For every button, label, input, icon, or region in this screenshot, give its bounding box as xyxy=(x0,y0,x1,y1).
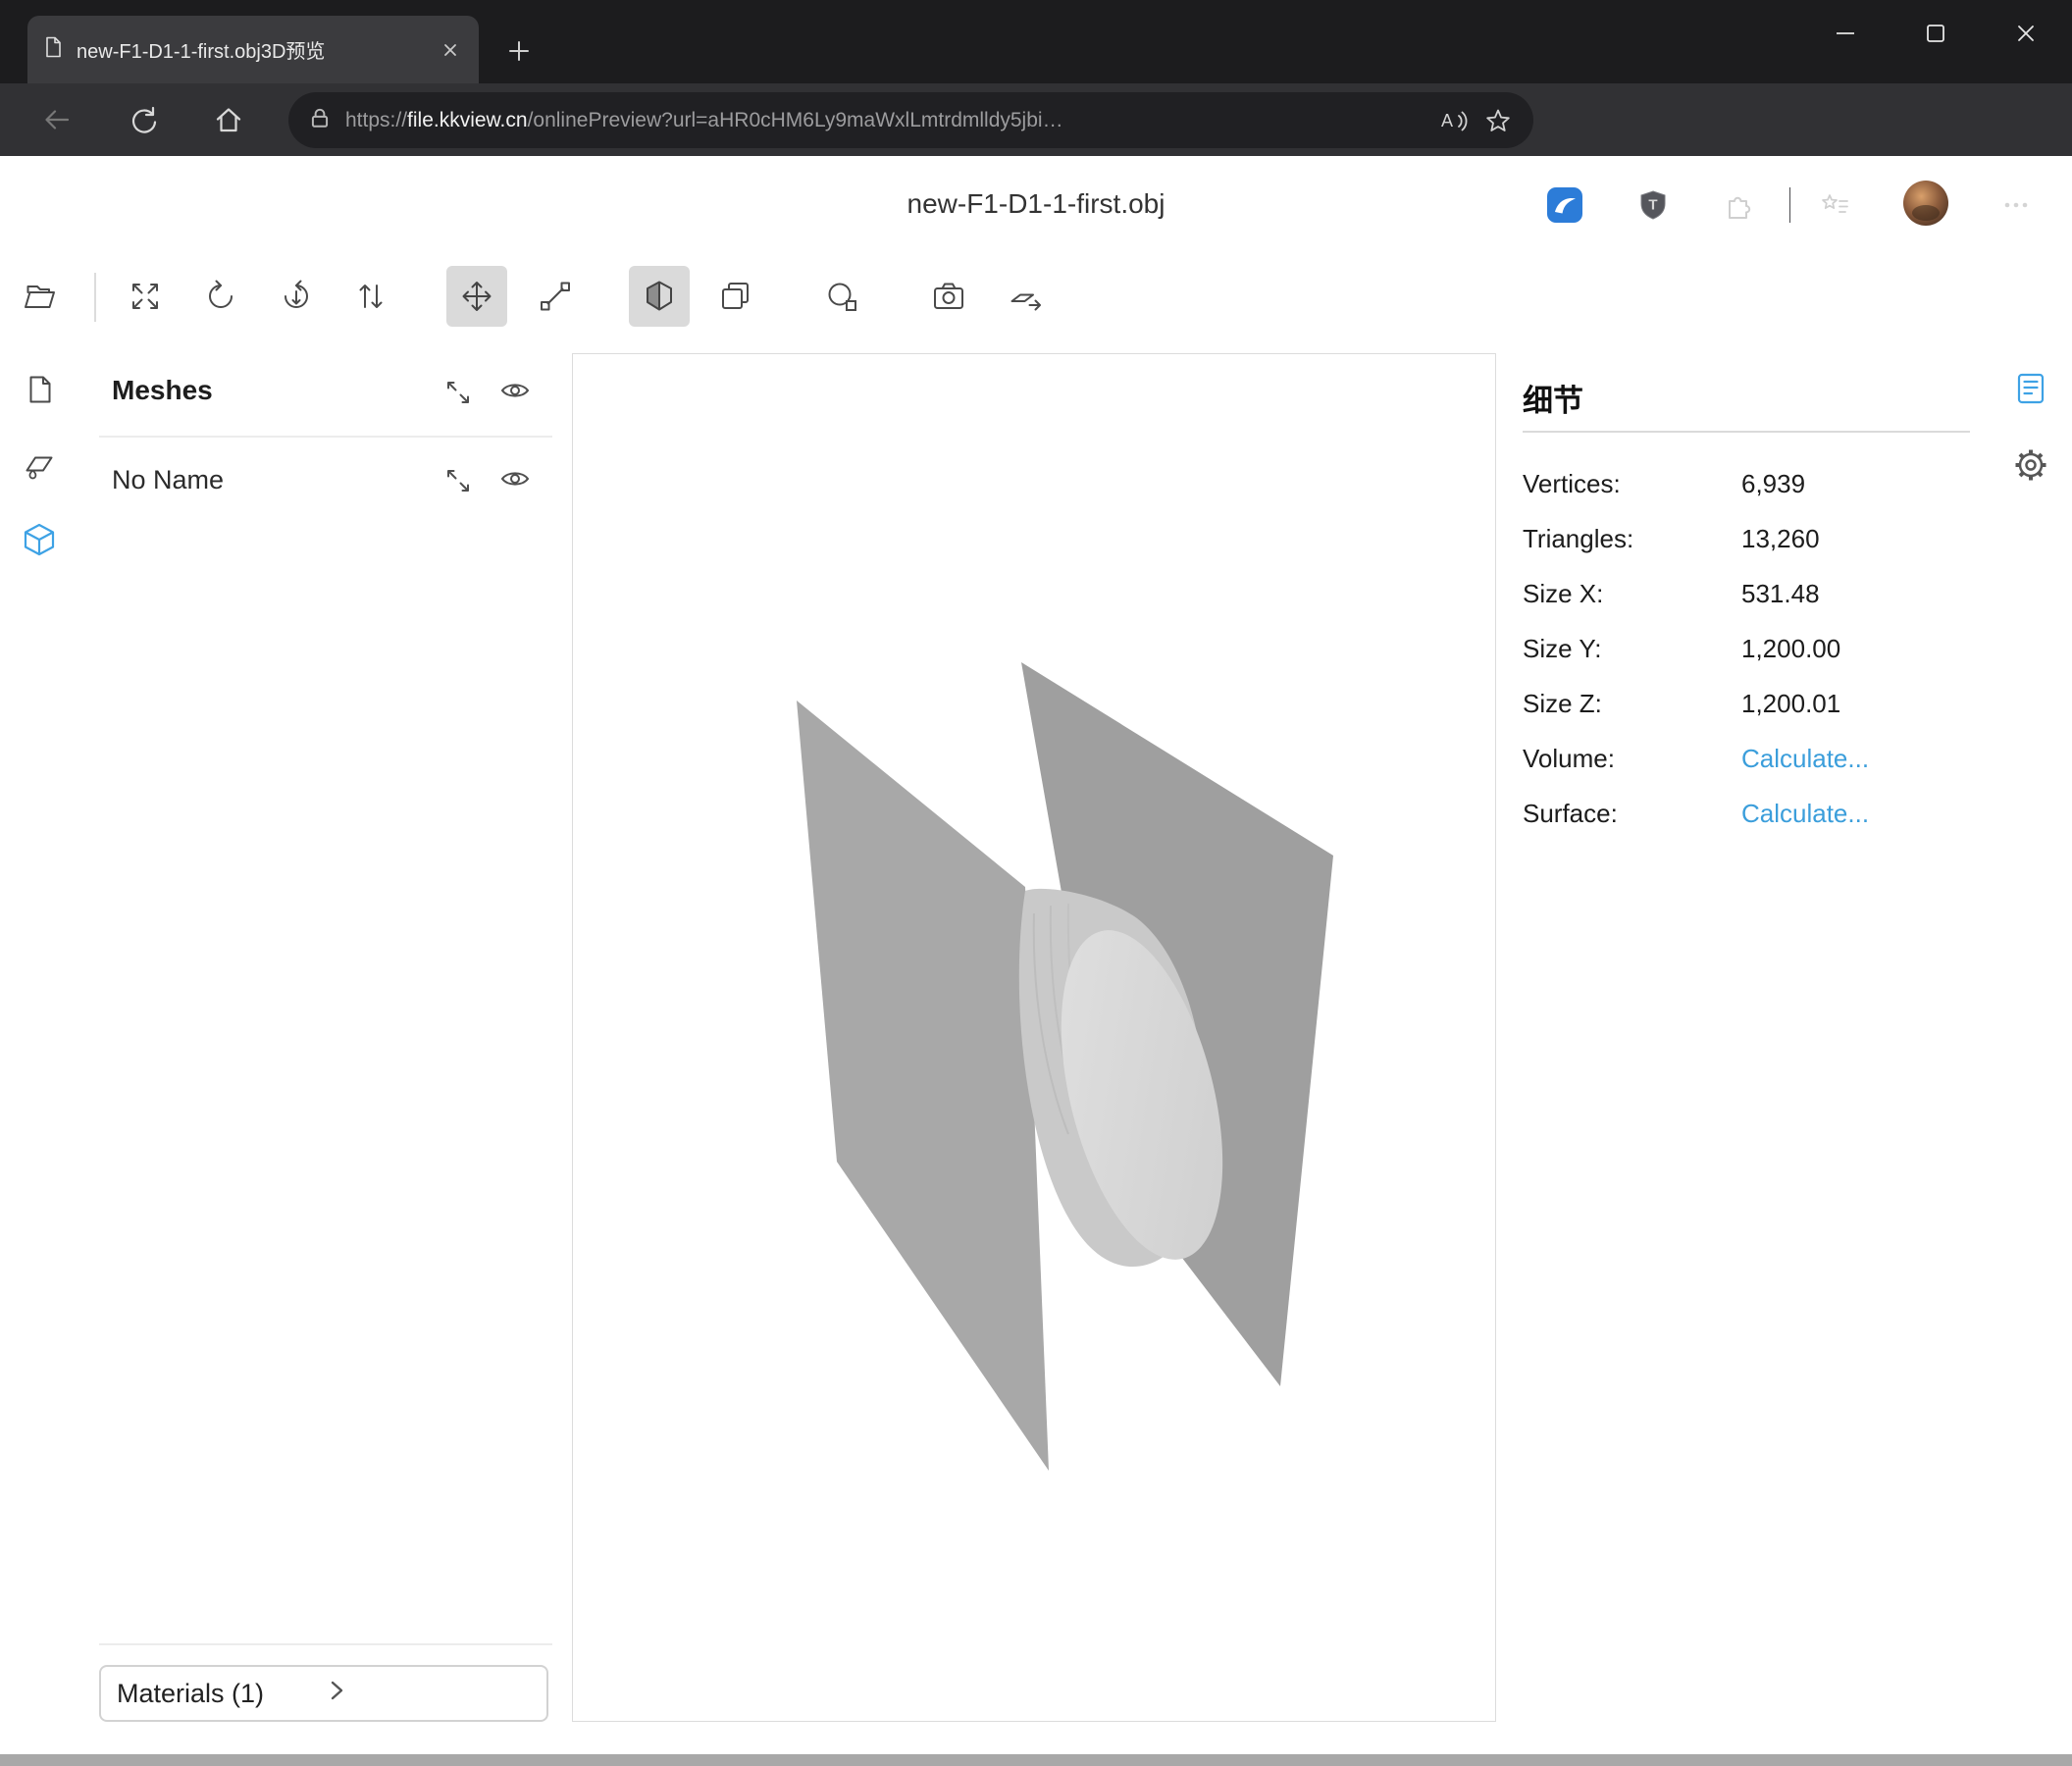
zoom-to-mesh-icon[interactable] xyxy=(440,463,476,498)
screenshot-button[interactable] xyxy=(918,266,979,327)
refresh-button[interactable] xyxy=(119,96,166,143)
favorite-star-icon[interactable] xyxy=(1482,105,1514,136)
window-minimize-button[interactable] xyxy=(1815,8,1876,59)
details-row: Size Z: 1,200.01 xyxy=(1523,675,1970,730)
address-bar[interactable]: https://file.kkview.cn/onlinePreview?url… xyxy=(288,92,1533,148)
file-info-icon[interactable] xyxy=(18,368,61,411)
tab-title: new-F1-D1-1-first.obj3D预览 xyxy=(77,35,424,64)
materials-button[interactable]: Materials (1) xyxy=(99,1665,548,1722)
materials-label: Materials (1) xyxy=(117,1679,324,1709)
mesh-plane-left xyxy=(797,701,1049,1471)
browser-navbar: https://file.kkview.cn/onlinePreview?url… xyxy=(0,83,2072,156)
page-title: new-F1-D1-1-first.obj xyxy=(0,188,2072,220)
new-tab-button[interactable] xyxy=(502,34,536,68)
zoom-extents-button[interactable] xyxy=(115,266,176,327)
model-cube-icon[interactable] xyxy=(18,518,61,561)
settings-gear-icon[interactable] xyxy=(2009,443,2052,487)
shaded-view-button[interactable] xyxy=(629,266,690,327)
details-row: Volume: Calculate... xyxy=(1523,730,1970,785)
back-button[interactable] xyxy=(33,96,80,143)
read-aloud-icon[interactable]: A xyxy=(1437,105,1469,136)
details-row: Size X: 531.48 xyxy=(1523,565,1970,620)
browser-tab-bar: new-F1-D1-1-first.obj3D预览 xyxy=(0,0,2072,83)
details-panel-icon[interactable] xyxy=(2009,367,2052,410)
svg-text:A: A xyxy=(1441,111,1453,130)
lock-icon xyxy=(308,106,332,134)
home-button[interactable] xyxy=(205,96,252,143)
size-z-value: 1,200.01 xyxy=(1741,689,1840,719)
measure-line-button[interactable] xyxy=(525,266,586,327)
rotate-axis-button[interactable] xyxy=(266,266,327,327)
browser-tab[interactable]: new-F1-D1-1-first.obj3D预览 xyxy=(27,16,479,83)
move-tool-button[interactable] xyxy=(446,266,507,327)
url-text: https://file.kkview.cn/onlinePreview?url… xyxy=(345,109,1424,132)
visibility-all-eye-icon[interactable] xyxy=(497,373,533,408)
size-y-value: 1,200.00 xyxy=(1741,634,1840,664)
meshes-divider xyxy=(99,436,552,438)
mesh-item-name: No Name xyxy=(112,465,224,495)
details-table: Vertices: 6,939 Triangles: 13,260 Size X… xyxy=(1523,455,1970,840)
mesh-visibility-eye-icon[interactable] xyxy=(497,461,533,496)
size-x-value: 531.48 xyxy=(1741,579,1820,609)
tab-document-icon xyxy=(41,35,65,64)
zoom-region-button[interactable] xyxy=(811,266,872,327)
details-divider xyxy=(1523,431,1970,433)
3d-render xyxy=(573,354,1495,1721)
triangles-value: 13,260 xyxy=(1741,524,1820,554)
details-row: Size Y: 1,200.00 xyxy=(1523,620,1970,675)
open-model-button[interactable] xyxy=(9,266,70,327)
copy-view-button[interactable] xyxy=(705,266,766,327)
chevron-right-icon xyxy=(324,1678,531,1710)
bottom-scrollbar-strip xyxy=(0,1754,2072,1766)
meshes-header: Meshes xyxy=(112,375,213,406)
details-row: Vertices: 6,939 xyxy=(1523,455,1970,510)
flip-vertical-button[interactable] xyxy=(340,266,401,327)
export-model-button[interactable] xyxy=(996,266,1057,327)
materials-icon[interactable] xyxy=(18,443,61,487)
3d-viewport[interactable] xyxy=(572,353,1496,1722)
details-row: Triangles: 13,260 xyxy=(1523,510,1970,565)
zoom-to-all-icon[interactable] xyxy=(440,375,476,410)
window-maximize-button[interactable] xyxy=(1905,8,1966,59)
details-row: Surface: Calculate... xyxy=(1523,785,1970,840)
tab-close-icon[interactable] xyxy=(436,35,465,65)
volume-calculate-link[interactable]: Calculate... xyxy=(1741,744,1869,774)
surface-calculate-link[interactable]: Calculate... xyxy=(1741,799,1869,829)
details-header: 细节 xyxy=(1523,376,1583,420)
toolbar-separator xyxy=(94,273,96,322)
vertices-value: 6,939 xyxy=(1741,469,1805,499)
materials-divider xyxy=(99,1643,552,1645)
window-close-button[interactable] xyxy=(1995,8,2056,59)
rotate-view-button[interactable] xyxy=(190,266,251,327)
